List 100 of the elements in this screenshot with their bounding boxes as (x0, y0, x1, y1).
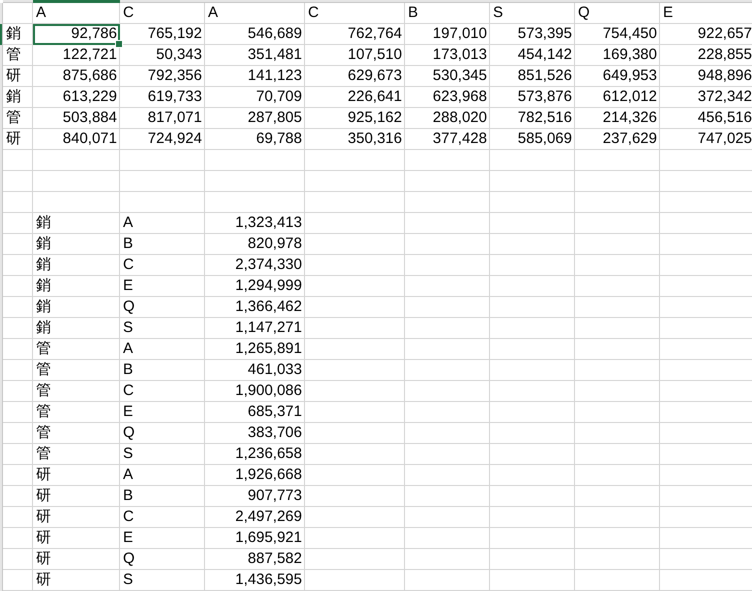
table-cell-text: 685,371 (246, 402, 303, 422)
table-cell-text: 762,764 (346, 24, 403, 44)
table-cell-text: 585,069 (516, 129, 573, 149)
table-cell-text: 782,516 (516, 108, 573, 128)
table-cell-text: 銷 (35, 318, 52, 338)
table-cell-text: 1,236,658 (234, 444, 303, 464)
table-cell-text: 503,884 (62, 108, 118, 128)
table-cell-text: 530,345 (432, 66, 488, 86)
table-cell-text: 管 (35, 381, 52, 401)
table-cell-text: C (122, 3, 135, 23)
table-cell-text: C (122, 381, 135, 401)
table-cell-text: A (35, 3, 48, 23)
table-cell-text: 70,709 (255, 87, 303, 107)
table-cell-text: 銷 (35, 213, 52, 233)
table-cell-text: 461,033 (246, 360, 303, 380)
table-cell: 92,786 (33, 24, 120, 45)
table-cell-text: 907,773 (246, 486, 303, 506)
table-cell-text: 351,481 (246, 45, 303, 65)
table-cell-text: 169,380 (602, 45, 658, 65)
table-cell-text: A (207, 3, 220, 23)
table-cell-text: 875,686 (62, 66, 118, 86)
table-cell-text: 50,343 (155, 45, 203, 65)
table-cell-text: 948,896 (696, 66, 752, 86)
table-cell-text: C (122, 507, 135, 527)
table-cell-text: Q (577, 3, 591, 23)
table-cell-text: 1,695,921 (234, 528, 303, 548)
table-cell-text: 840,071 (62, 129, 118, 149)
table-cell-text: 1,294,999 (234, 276, 303, 296)
table-cell-text: E (122, 402, 134, 422)
table-cell-text: Q (122, 423, 136, 443)
table-cell-text: 1,323,413 (234, 213, 303, 233)
table-cell-text: 研 (35, 549, 52, 569)
table-cell-text: 377,428 (432, 129, 488, 149)
table-cell-text: 287,805 (246, 108, 303, 128)
table-cell-text: E (122, 528, 134, 548)
table-cell-text: 887,582 (246, 549, 303, 569)
table-cell-text: S (492, 3, 504, 23)
table-cell-text: 銷 (35, 255, 52, 275)
table-cell-text: 1,926,668 (234, 465, 303, 485)
table-cell-text: 173,013 (432, 45, 488, 65)
table-cell-text: 817,071 (146, 108, 203, 128)
table-cell-text: 619,733 (146, 87, 203, 107)
table-cell-text: B (122, 234, 134, 254)
table-cell-text: 792,356 (146, 66, 203, 86)
table-cell-text: A (122, 465, 134, 485)
table-cell-text: 350,316 (346, 129, 403, 149)
table-cell-text: 2,497,269 (234, 507, 303, 527)
table-cell-text: 1,900,086 (234, 381, 303, 401)
table-cell-text: 2,374,330 (234, 255, 303, 275)
table-cell-text: 820,978 (246, 234, 303, 254)
table-cell-text: 197,010 (432, 24, 488, 44)
table-cell-text: 研 (35, 507, 52, 527)
table-cell-text: C (122, 255, 135, 275)
table-cell-text: 研 (35, 465, 52, 485)
table-cell-text: 141,123 (246, 66, 303, 86)
table-cell-text: S (122, 570, 134, 590)
table-cell-text: B (122, 486, 134, 506)
table-cell-text: 銷 (5, 87, 22, 107)
table-cell-text: 管 (5, 108, 22, 128)
table-cell-text: 管 (35, 423, 52, 443)
table-cell-text: 銷 (35, 234, 52, 254)
table-cell-text: 1,147,271 (234, 318, 303, 338)
table-cell-text: 851,526 (516, 66, 573, 86)
table-cell-text: 銷 (35, 297, 52, 317)
table-cell-text: 765,192 (146, 24, 203, 44)
table-cell-text: 研 (5, 129, 22, 149)
table-cell-text: 454,142 (516, 45, 573, 65)
table-cell-text: 管 (35, 402, 52, 422)
table-cell-text: 623,968 (432, 87, 488, 107)
table-cell-text: 724,924 (146, 129, 203, 149)
table-cell-text: 237,629 (602, 129, 658, 149)
table-cell-text: 1,436,595 (234, 570, 303, 590)
table-cell-text: E (662, 3, 674, 23)
table-cell-text: 573,876 (516, 87, 573, 107)
table-cell-text: 226,641 (346, 87, 403, 107)
table-cell-text: 1,366,462 (234, 297, 303, 317)
table-cell-text: 573,395 (516, 24, 573, 44)
table-cell-text: Q (122, 297, 136, 317)
table-cell-text: C (307, 3, 320, 23)
table-cell-text: 管 (35, 444, 52, 464)
table-cell-text: 456,516 (696, 108, 752, 128)
table-cell-text: 612,012 (602, 87, 658, 107)
table-cell-text: 372,342 (696, 87, 752, 107)
table-cell-text: 288,020 (432, 108, 488, 128)
table-cell-text: 122,721 (62, 45, 118, 65)
table-cell-text: 649,953 (602, 66, 658, 86)
table-cell-text: S (122, 444, 134, 464)
table-cell-text: 1,265,891 (234, 339, 303, 359)
table-cell-text: 747,025 (696, 129, 752, 149)
table-cell-text: 研 (35, 570, 52, 590)
table-cell-text: S (122, 318, 134, 338)
table-cell-text: 925,162 (346, 108, 403, 128)
table-cell-text: 228,855 (696, 45, 752, 65)
table-cell-text: 銷 (5, 24, 22, 44)
table-cell-text: 69,788 (255, 129, 303, 149)
table-cell-text: B (122, 360, 134, 380)
table-cell-text: 107,510 (346, 45, 403, 65)
table-cell-text: 研 (35, 528, 52, 548)
table-cell-text: A (122, 213, 134, 233)
table-cell-text: 銷 (35, 276, 52, 296)
